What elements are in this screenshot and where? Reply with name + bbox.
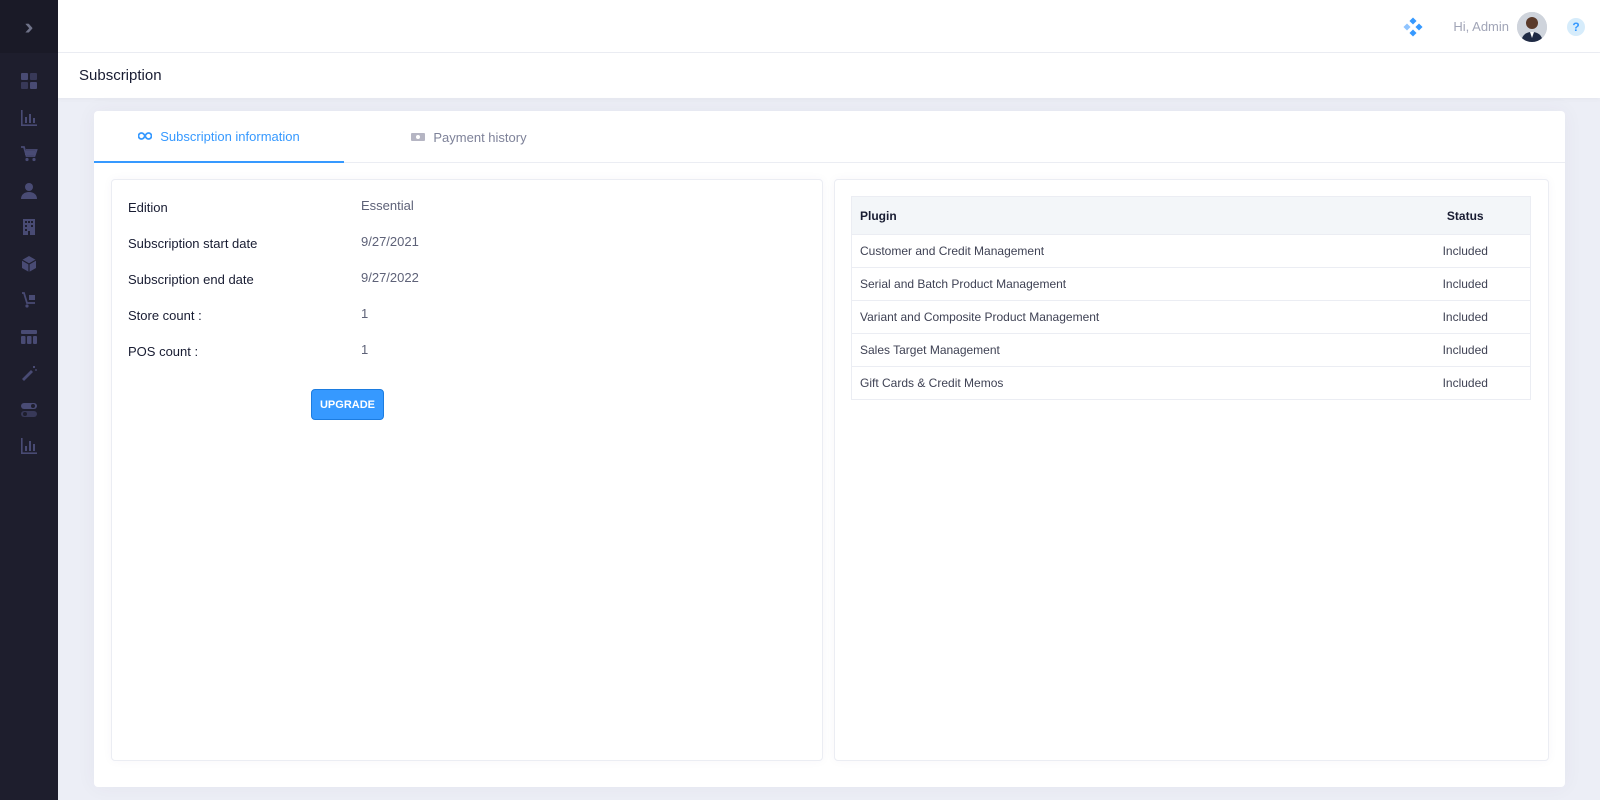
info-label: Store count : bbox=[128, 308, 202, 323]
sidebar-item-stores[interactable] bbox=[0, 209, 58, 246]
info-label: POS count : bbox=[128, 344, 199, 359]
column-header-plugin: Plugin bbox=[851, 196, 1401, 235]
subscription-info-panel: Edition Essential Subscription start dat… bbox=[111, 179, 823, 761]
table-row: Variant and Composite Product Management… bbox=[851, 300, 1531, 334]
table-row: Customer and Credit Management Included bbox=[851, 234, 1531, 268]
header-user-area: Hi, Admin ? bbox=[1403, 0, 1600, 53]
user-greeting: Hi, Admin bbox=[1453, 19, 1509, 34]
sidebar-item-products[interactable] bbox=[0, 246, 58, 283]
sidebar: ›› bbox=[0, 0, 58, 800]
toggle-icon bbox=[21, 402, 37, 417]
column-header-status: Status bbox=[1400, 196, 1531, 235]
table-row: Gift Cards & Credit Memos Included bbox=[851, 366, 1531, 400]
sidebar-item-settings[interactable] bbox=[0, 392, 58, 429]
cart-icon bbox=[21, 146, 38, 162]
upgrade-button[interactable]: UPGRADE bbox=[311, 389, 384, 420]
tab-payment-history[interactable]: Payment history bbox=[344, 111, 594, 163]
plugin-status: Included bbox=[1400, 234, 1531, 268]
plugin-name: Gift Cards & Credit Memos bbox=[851, 366, 1401, 400]
sidebar-menu bbox=[0, 53, 58, 465]
plugin-status: Included bbox=[1400, 300, 1531, 334]
sidebar-item-sales[interactable] bbox=[0, 136, 58, 173]
cart-flow-icon bbox=[22, 292, 35, 308]
top-header: Hi, Admin ? bbox=[58, 0, 1600, 53]
tab-label: Subscription information bbox=[160, 128, 300, 144]
info-value: 9/27/2022 bbox=[361, 270, 419, 285]
sidebar-item-layouts[interactable] bbox=[0, 319, 58, 356]
table-row: Serial and Batch Product Management Incl… bbox=[851, 267, 1531, 301]
sidebar-item-reports[interactable] bbox=[0, 100, 58, 137]
plugin-name: Sales Target Management bbox=[851, 333, 1401, 367]
sidebar-item-dashboard[interactable] bbox=[0, 63, 58, 100]
bar-chart-icon bbox=[21, 109, 37, 126]
plugin-status: Included bbox=[1400, 366, 1531, 400]
sidebar-item-purchases[interactable] bbox=[0, 282, 58, 319]
tab-bar: Subscription information Payment history bbox=[94, 111, 1565, 163]
subscription-card: Subscription information Payment history… bbox=[94, 111, 1565, 787]
building-icon bbox=[23, 219, 35, 236]
tab-label: Payment history bbox=[433, 129, 527, 145]
plugins-panel: Plugin Status Customer and Credit Manage… bbox=[834, 179, 1549, 761]
plugins-table: Plugin Status Customer and Credit Manage… bbox=[851, 196, 1531, 400]
info-value: 1 bbox=[361, 306, 369, 321]
diamond-dots-icon[interactable] bbox=[1403, 16, 1423, 37]
page-title: Subscription bbox=[79, 67, 162, 84]
user-icon bbox=[21, 182, 37, 199]
user-photo-icon bbox=[1517, 11, 1547, 42]
analytics-icon bbox=[21, 438, 37, 455]
subheader: Subscription bbox=[58, 53, 1600, 98]
tab-subscription-information[interactable]: Subscription information bbox=[94, 111, 344, 163]
magic-wand-icon bbox=[22, 366, 37, 382]
info-label: Subscription start date bbox=[128, 236, 258, 251]
double-chevron-right-icon[interactable]: ›› bbox=[25, 15, 34, 38]
plugin-status: Included bbox=[1400, 267, 1531, 301]
dashboard-icon bbox=[21, 73, 37, 90]
plugin-name: Variant and Composite Product Management bbox=[851, 300, 1401, 334]
table-header-row: Plugin Status bbox=[851, 196, 1531, 235]
info-value: Essential bbox=[361, 198, 414, 213]
money-icon bbox=[411, 133, 426, 141]
infinity-icon bbox=[138, 132, 153, 140]
layout-icon bbox=[21, 329, 37, 344]
info-label: Edition bbox=[128, 200, 168, 215]
sidebar-item-promotions[interactable] bbox=[0, 355, 58, 392]
plugin-status: Included bbox=[1400, 333, 1531, 367]
plugin-name: Customer and Credit Management bbox=[851, 234, 1401, 268]
sidebar-header: ›› bbox=[0, 0, 58, 53]
info-value: 1 bbox=[361, 342, 369, 357]
avatar[interactable] bbox=[1517, 11, 1547, 42]
info-label: Subscription end date bbox=[128, 272, 254, 287]
sidebar-item-analytics[interactable] bbox=[0, 428, 58, 465]
table-row: Sales Target Management Included bbox=[851, 333, 1531, 367]
help-icon[interactable]: ? bbox=[1567, 17, 1585, 36]
sidebar-item-customers[interactable] bbox=[0, 173, 58, 210]
box-icon bbox=[21, 255, 37, 272]
info-value: 9/27/2021 bbox=[361, 234, 419, 249]
plugin-name: Serial and Batch Product Management bbox=[851, 267, 1401, 301]
